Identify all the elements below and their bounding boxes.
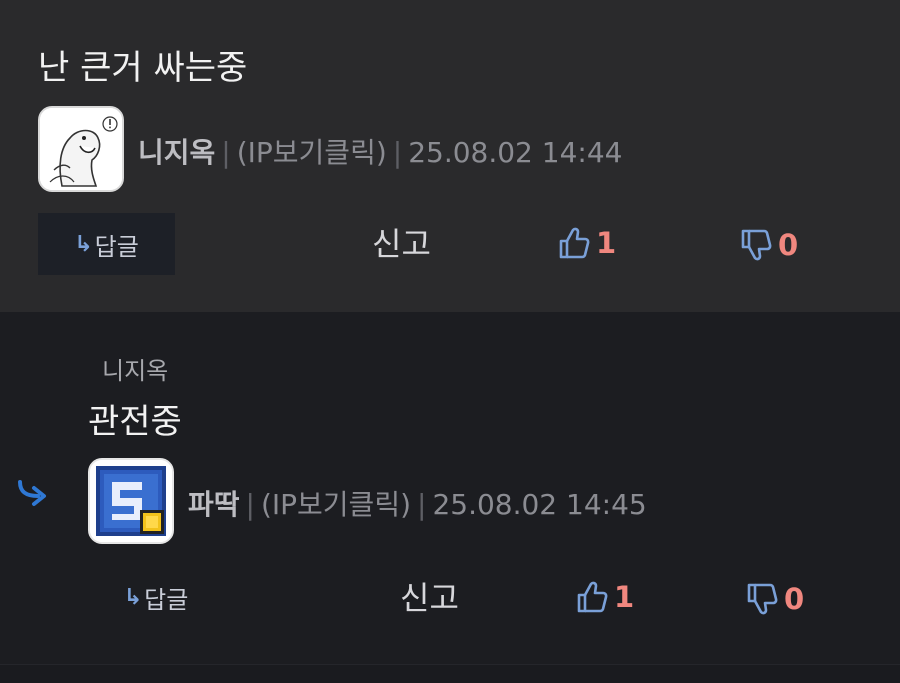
timestamp: 25.08.02 14:45	[432, 488, 647, 521]
parent-author-tag: 니지옥	[102, 357, 169, 385]
author-name[interactable]: 파딱	[188, 488, 240, 521]
avatar[interactable]	[38, 106, 124, 192]
separator: |	[221, 136, 231, 169]
separator: |	[392, 136, 403, 169]
reply-comment-item: 니지옥 관전중 파딱 | (IP보기클릭) | 25.08.02 14:45 ↳ 답글 …	[0, 312, 900, 664]
pixel-badge-avatar-icon	[90, 460, 172, 542]
reply-button-label: 답글	[94, 232, 139, 261]
reply-button[interactable]: ↳ 답글	[38, 213, 175, 275]
reply-arrow-icon: ↳	[74, 231, 93, 257]
next-comment-edge	[0, 664, 900, 683]
downvote-button[interactable]: 0	[740, 228, 798, 262]
thumbs-up-icon	[559, 227, 590, 259]
upvote-button[interactable]: 1	[576, 580, 634, 614]
comment-body: 난 큰거 싸는중	[38, 48, 248, 88]
comment-meta: 파딱 | (IP보기클릭) | 25.08.02 14:45	[188, 488, 647, 522]
upvote-button[interactable]: 1	[558, 226, 616, 260]
downvote-count: 0	[784, 582, 805, 616]
cartoon-character-avatar-icon	[40, 108, 122, 190]
report-button[interactable]: 신고	[400, 578, 459, 618]
reply-indent-arrow-icon	[18, 480, 46, 506]
upvote-count: 1	[596, 226, 617, 260]
thumbs-down-icon	[747, 583, 778, 615]
downvote-button[interactable]: 0	[746, 582, 804, 616]
ip-link[interactable]: (IP보기클릭)	[261, 488, 411, 521]
thumbs-down-icon	[741, 229, 772, 261]
timestamp: 25.08.02 14:44	[408, 136, 623, 169]
downvote-count: 0	[778, 228, 799, 262]
ip-link[interactable]: (IP보기클릭)	[237, 136, 387, 169]
thumbs-up-icon	[577, 581, 608, 613]
comment-item: 난 큰거 싸는중 니지옥 | (IP보기클릭) | 25.08.02 14:44 ↳ 답…	[0, 0, 900, 312]
separator: |	[417, 488, 427, 521]
comment-body: 관전중	[88, 402, 182, 442]
comment-meta: 니지옥 | (IP보기클릭) | 25.08.02 14:44	[138, 136, 622, 170]
upvote-count: 1	[614, 580, 635, 614]
avatar[interactable]	[88, 458, 174, 544]
report-button[interactable]: 신고	[372, 224, 431, 264]
reply-button[interactable]: ↳ 답글	[108, 568, 204, 626]
author-name[interactable]: 니지옥	[138, 136, 215, 169]
reply-arrow-icon: ↳	[123, 584, 143, 610]
reply-button-label: 답글	[144, 585, 189, 614]
separator: |	[245, 488, 255, 521]
